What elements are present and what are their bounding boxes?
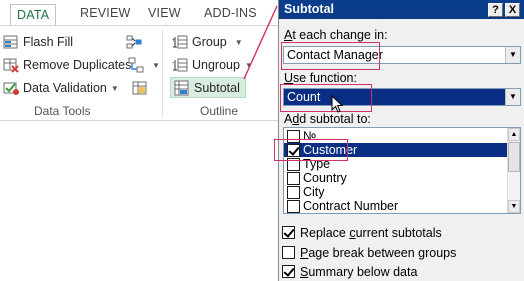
- scroll-up-icon[interactable]: ▲: [508, 128, 520, 141]
- use-function-select[interactable]: Count ▼: [283, 88, 521, 106]
- list-item[interactable]: №: [284, 129, 508, 143]
- dialog-title: Subtotal: [284, 2, 334, 16]
- ribbon-bottom-border: [0, 120, 278, 121]
- help-button[interactable]: ?: [488, 3, 503, 17]
- add-subtotal-label: Add subtotal to:: [284, 112, 371, 126]
- chevron-down-icon[interactable]: ▼: [505, 47, 520, 63]
- list-item[interactable]: Type: [284, 157, 508, 171]
- use-function-value: Count: [287, 90, 321, 104]
- field-label: Contract Number: [303, 199, 399, 213]
- list-item[interactable]: Country: [284, 171, 508, 185]
- summary-below-data-option[interactable]: Summary below data: [282, 264, 417, 279]
- field-checkbox[interactable]: [287, 157, 300, 171]
- ribbon: DATA REVIEW VIEW ADD-INS Flash Fill Remo…: [0, 0, 278, 281]
- replace-current-subtotals-option[interactable]: Replace current subtotals: [282, 225, 442, 240]
- at-each-change-select[interactable]: Contact Manager ▼: [283, 46, 521, 64]
- field-checkbox[interactable]: [287, 143, 300, 157]
- field-label: Customer: [303, 143, 358, 157]
- scroll-thumb[interactable]: [508, 142, 520, 172]
- add-subtotal-listbox[interactable]: № Customer Type Country City Contract Nu…: [283, 127, 521, 214]
- subtotal-dialog: Subtotal ? X At each change in: Contact …: [274, 0, 524, 281]
- summary-below-data-checkbox[interactable]: [282, 265, 295, 278]
- at-each-change-label: At each change in:: [284, 28, 388, 42]
- list-item[interactable]: Contract Number: [284, 199, 508, 213]
- field-checkbox[interactable]: [287, 185, 300, 199]
- page-break-option[interactable]: Page break between groups: [282, 245, 456, 260]
- summary-below-data-label: Summary below data: [300, 264, 418, 279]
- chevron-down-icon[interactable]: ▼: [505, 89, 520, 105]
- listbox-scrollbar[interactable]: ▲ ▼: [507, 128, 520, 213]
- at-each-change-value: Contact Manager: [287, 48, 383, 62]
- callout-line: [243, 5, 278, 80]
- field-label: Country: [303, 171, 347, 185]
- field-label: №: [303, 129, 317, 143]
- field-checkbox[interactable]: [287, 129, 300, 143]
- replace-current-subtotals-label: Replace current subtotals: [300, 225, 442, 240]
- field-checkbox[interactable]: [287, 199, 300, 213]
- page-break-label: Page break between groups: [300, 245, 457, 260]
- field-label: City: [303, 185, 325, 199]
- close-button[interactable]: X: [505, 3, 520, 17]
- scroll-down-icon[interactable]: ▼: [508, 200, 520, 213]
- list-item[interactable]: Customer: [284, 143, 508, 157]
- field-label: Type: [303, 157, 331, 171]
- use-function-label: Use function:: [284, 71, 357, 85]
- replace-current-subtotals-checkbox[interactable]: [282, 226, 295, 239]
- page-break-checkbox[interactable]: [282, 246, 295, 259]
- field-checkbox[interactable]: [287, 171, 300, 185]
- list-item[interactable]: City: [284, 185, 508, 199]
